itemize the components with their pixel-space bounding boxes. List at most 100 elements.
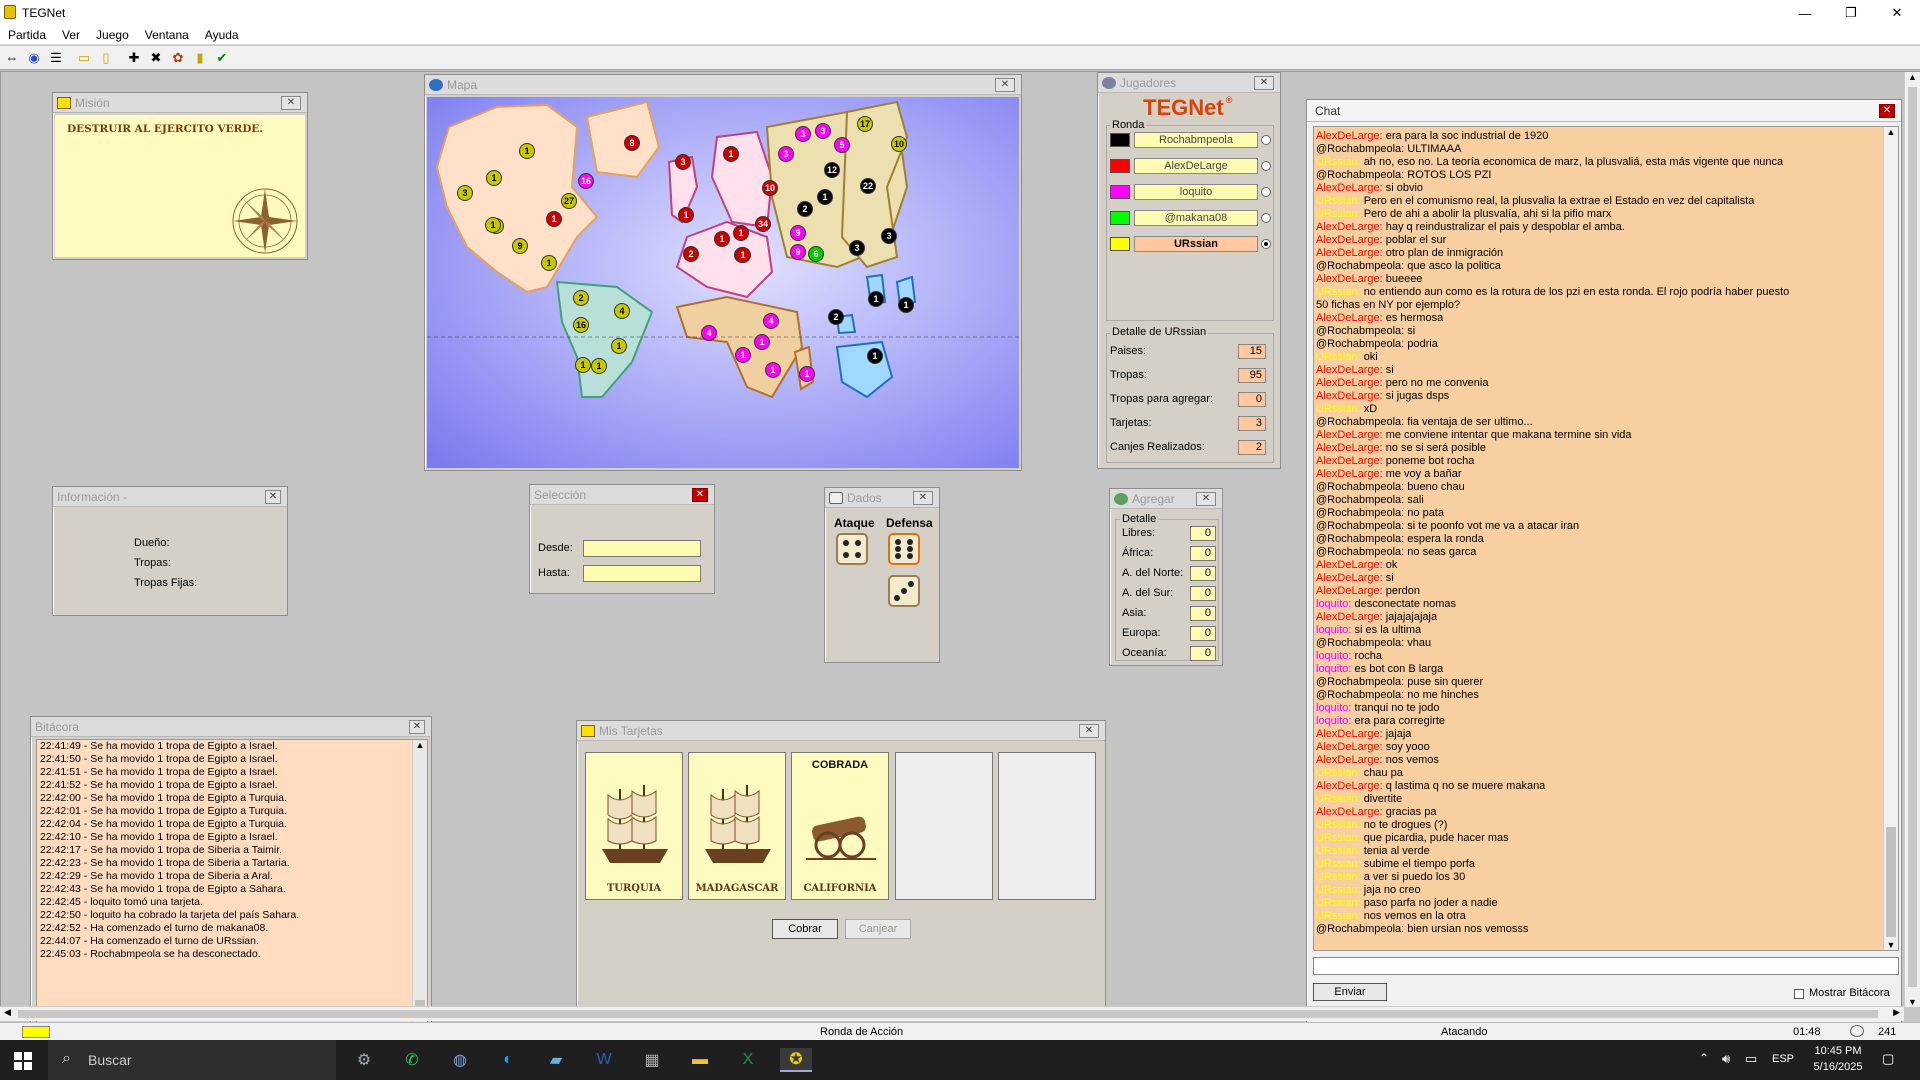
desde-field[interactable]	[583, 540, 701, 557]
army-token[interactable]: 1	[765, 362, 781, 378]
bitacora-scrollbar[interactable]: ▲ ▼	[412, 740, 427, 1042]
tarjetas-close-button[interactable]: ✕	[1079, 724, 1099, 738]
army-token[interactable]: 3	[457, 185, 473, 201]
army-token[interactable]: 1	[575, 357, 591, 373]
dados-close-button[interactable]: ✕	[913, 491, 933, 505]
menu-ventana[interactable]: Ventana	[137, 28, 197, 42]
informacion-close-button[interactable]: ✕	[265, 490, 281, 504]
globe-icon[interactable]: ◉	[24, 48, 44, 68]
army-token[interactable]: 9	[790, 225, 806, 241]
chat-scroll-thumb[interactable]	[1886, 827, 1896, 937]
word-icon[interactable]: W	[588, 1048, 620, 1072]
agregar-close-button[interactable]: ✕	[1196, 492, 1216, 506]
army-token[interactable]: 1	[714, 231, 730, 247]
army-token[interactable]: 3	[795, 126, 811, 142]
army-token[interactable]: 2	[797, 201, 813, 217]
territory-card[interactable]: TURQUIA	[585, 752, 683, 900]
scroll-down-icon[interactable]: ▼	[1905, 997, 1920, 1007]
enviar-button[interactable]: Enviar	[1313, 983, 1387, 1001]
army-token[interactable]: 1	[735, 247, 751, 263]
mapa-close-button[interactable]: ✕	[995, 78, 1015, 92]
army-token[interactable]: 12	[824, 162, 840, 178]
army-token[interactable]: 1	[485, 217, 501, 233]
calculator-icon[interactable]: ▦	[636, 1048, 668, 1072]
notification-icon[interactable]: ▢	[1882, 1051, 1894, 1067]
player-turn-radio[interactable]	[1261, 187, 1271, 197]
canjear-button[interactable]: Canjear	[845, 919, 911, 939]
mdi-hscrollbar[interactable]: ◀ ▶	[0, 1006, 1904, 1021]
teg-icon[interactable]: ✪	[780, 1048, 812, 1072]
minimize-button[interactable]: —	[1782, 0, 1828, 26]
chat-close-button[interactable]: ✕	[1879, 104, 1895, 118]
army-token[interactable]: 9	[512, 238, 528, 254]
chat-log[interactable]: AlexDeLarge: era para la soc industrial …	[1313, 126, 1899, 951]
army-token[interactable]: 3	[881, 228, 897, 244]
army-token[interactable]: 3	[815, 123, 831, 139]
army-token[interactable]: 3	[849, 240, 865, 256]
volume-icon[interactable]: 🔊︎	[1722, 1051, 1730, 1067]
cobrar-button[interactable]: Cobrar	[772, 919, 838, 939]
army-token[interactable]: 8	[624, 135, 640, 151]
edge-icon[interactable]: ◐	[492, 1048, 524, 1072]
army-token[interactable]: 3	[778, 146, 794, 162]
connect-icon[interactable]: ⇔	[2, 48, 22, 68]
excel-icon[interactable]: X	[732, 1048, 764, 1072]
army-token[interactable]: 5	[834, 137, 850, 153]
army-token[interactable]: 1	[678, 207, 694, 223]
army-token[interactable]: 1	[754, 334, 770, 350]
army-token[interactable]: 2	[828, 309, 844, 325]
player-turn-radio[interactable]	[1261, 161, 1271, 171]
army-token[interactable]: 1	[735, 347, 751, 363]
app-icon[interactable]: ◍	[444, 1048, 476, 1072]
card-icon[interactable]: ▯	[96, 48, 116, 68]
army-token[interactable]: 1	[817, 189, 833, 205]
windows-start-icon[interactable]	[14, 1052, 32, 1070]
menu-ayuda[interactable]: Ayuda	[197, 28, 247, 42]
army-token[interactable]: 4	[763, 313, 779, 329]
scroll-up-icon[interactable]: ▲	[1884, 127, 1898, 141]
mdi-scroll-thumb[interactable]	[1908, 87, 1917, 987]
menu-ver[interactable]: Ver	[54, 28, 88, 42]
army-token[interactable]: 2	[573, 290, 589, 306]
army-token[interactable]: 1	[519, 143, 535, 159]
army-token[interactable]: 9	[790, 244, 806, 260]
language-indicator[interactable]: ESP	[1772, 1053, 1794, 1065]
army-token[interactable]: 10	[891, 136, 907, 152]
army-token[interactable]: 1	[868, 291, 884, 307]
territory-card[interactable]: MADAGASCAR	[688, 752, 786, 900]
add-icon[interactable]: ✚	[124, 48, 144, 68]
mostrar-bitacora-checkbox[interactable]	[1794, 989, 1804, 999]
army-token[interactable]: 3	[675, 154, 691, 170]
army-token[interactable]: 10	[762, 180, 778, 196]
cards-icon[interactable]: ▮	[190, 48, 210, 68]
army-token[interactable]: 22	[860, 178, 876, 194]
army-token[interactable]: 1	[867, 348, 883, 364]
search-box[interactable]: ⌕ Buscar	[48, 1040, 336, 1080]
check-icon[interactable]: ✔	[212, 48, 232, 68]
mision-close-button[interactable]: ✕	[281, 96, 301, 110]
army-token[interactable]: 4	[701, 325, 717, 341]
hscroll-thumb[interactable]	[18, 1010, 1878, 1018]
army-token[interactable]: 1	[723, 146, 739, 162]
scroll-up-icon[interactable]: ▲	[413, 740, 427, 754]
army-token[interactable]: 27	[561, 193, 577, 209]
army-token[interactable]: 16	[573, 317, 589, 333]
army-token[interactable]: 1	[611, 338, 627, 354]
army-token[interactable]: 1	[546, 211, 562, 227]
clock-time[interactable]: 10:45 PM	[1807, 1045, 1869, 1057]
army-token[interactable]: 1	[898, 297, 914, 313]
army-token[interactable]: 1	[541, 255, 557, 271]
clock-date[interactable]: 5/16/2025	[1807, 1061, 1869, 1073]
close-button[interactable]: ✕	[1874, 0, 1920, 26]
tasks-icon[interactable]: ⚙	[348, 1048, 380, 1072]
army-token[interactable]: 34	[755, 216, 771, 232]
army-token[interactable]: 1	[591, 358, 607, 374]
army-token[interactable]: 1	[799, 366, 815, 382]
whatsapp-icon[interactable]: ✆	[396, 1048, 428, 1072]
army-token[interactable]: 4	[614, 303, 630, 319]
player-turn-radio[interactable]	[1261, 239, 1271, 249]
chat-scrollbar[interactable]: ▲ ▼	[1883, 127, 1898, 950]
maximize-button[interactable]: ❐	[1828, 0, 1874, 26]
army-token[interactable]: 16	[578, 173, 594, 189]
menu-partida[interactable]: Partida	[0, 28, 54, 42]
